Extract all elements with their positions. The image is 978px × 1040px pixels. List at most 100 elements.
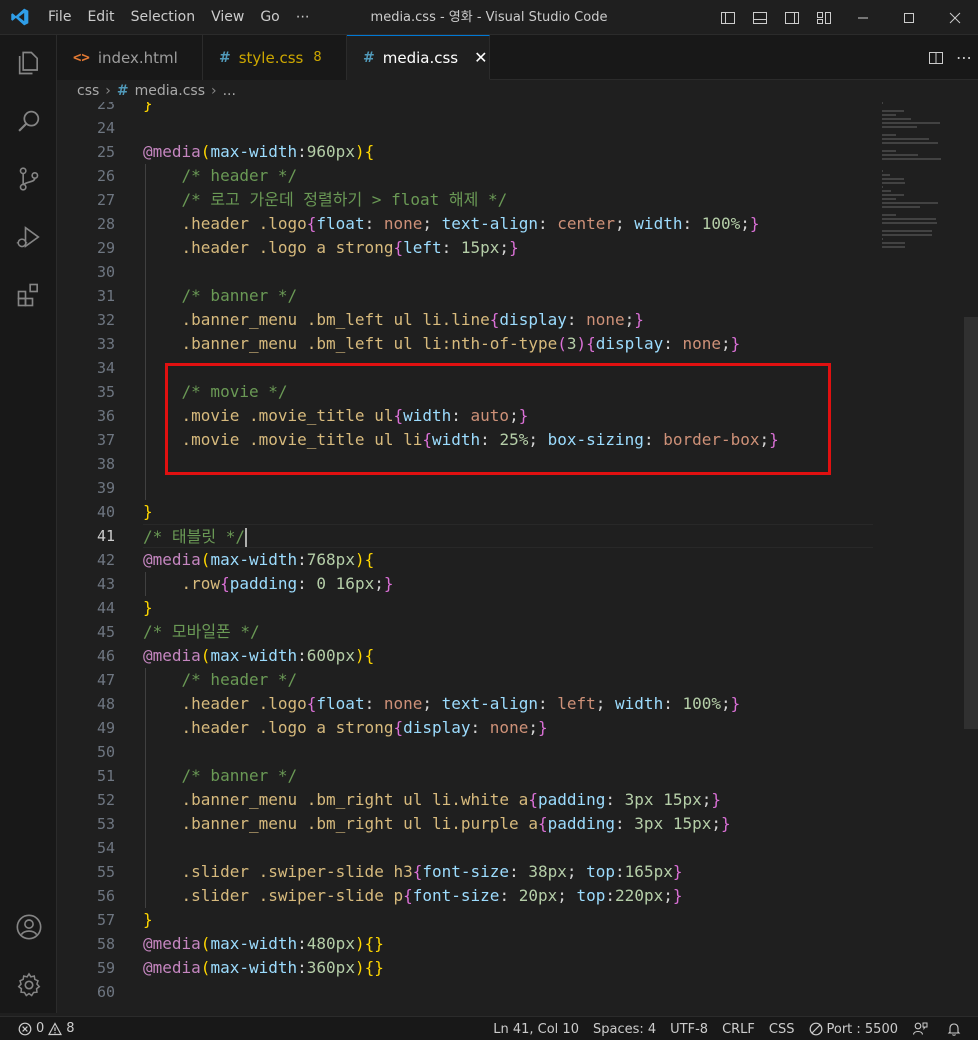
vertical-scrollbar[interactable] [964,102,978,1016]
indentation-status[interactable]: Spaces: 4 [586,1017,663,1040]
code-line[interactable] [143,740,873,764]
code-token: } [730,334,741,353]
tab-label: media.css [382,48,459,67]
more-actions-icon[interactable]: ⋯ [950,35,978,80]
code-line[interactable] [143,260,873,284]
toggle-primary-sidebar-icon[interactable] [712,0,744,35]
notifications-status[interactable] [939,1017,978,1040]
code-line[interactable]: .header .logo a strong{display: none;} [143,716,873,740]
account-icon[interactable] [0,903,57,951]
code-line[interactable]: /* 로고 가운데 정렬하기 > float 해제 */ [143,188,873,212]
code-line[interactable]: @media(max-width:960px){ [143,140,873,164]
settings-gear-icon[interactable] [0,961,57,1009]
tab-style-css[interactable]: # style.css 8 [203,35,347,80]
minimap-line [882,114,897,116]
encoding-status[interactable]: UTF-8 [663,1017,715,1040]
code-line[interactable]: @media(max-width:600px){ [143,644,873,668]
code-line[interactable]: } [143,596,873,620]
code-token: } [537,718,548,737]
code-token: : [663,334,683,353]
close-tab-icon[interactable]: ✕ [474,48,487,67]
toggle-panel-icon[interactable] [744,0,776,35]
code-line[interactable] [143,116,873,140]
menu-edit[interactable]: Edit [79,0,122,35]
code-line[interactable]: @media(max-width:480px){} [143,932,873,956]
tab-media-css[interactable]: # media.css ✕ [347,35,490,80]
code-line[interactable]: /* header */ [143,668,873,692]
eol-status[interactable]: CRLF [715,1017,762,1040]
code-token: : [297,934,307,953]
menu-more[interactable]: ⋯ [288,0,318,35]
tab-index-html[interactable]: <> index.html [57,35,203,80]
code-editor[interactable]: 23 24 25 26 27 28 29 30 31 32 33 34 35 36 37 38 39 40 41 42… [57,102,978,1016]
line-number: 50 [96,743,115,761]
customize-layout-icon[interactable] [808,0,840,35]
problems-status[interactable]: 0 8 [14,1017,82,1040]
code-token: 38px [528,862,567,881]
code-line[interactable] [143,836,873,860]
code-line[interactable]: @media(max-width:768px){ [143,548,873,572]
code-token: ( [557,334,567,353]
code-line[interactable]: /* header */ [143,164,873,188]
code-line[interactable]: .slider .swiper-slide p{font-size: 20px;… [143,884,873,908]
code-line[interactable]: .header .logo{float: none; text-align: c… [143,212,873,236]
code-line[interactable] [143,476,873,500]
explorer-icon[interactable] [0,39,57,87]
code-token: .banner_menu .bm_left ul li:nth-of-type [181,334,558,353]
maximize-icon[interactable] [886,0,932,35]
code-line[interactable]: @media(max-width:360px){} [143,956,873,980]
code-line[interactable]: .row{padding: 0 16px;} [143,572,873,596]
minimap[interactable] [882,102,962,248]
code-line[interactable] [143,980,873,1004]
code-area[interactable]: } @media(max-width:960px){ /* header */ … [143,102,873,1004]
code-line[interactable]: .banner_menu .bm_left ul li:nth-of-type(… [143,332,873,356]
minimize-icon[interactable] [840,0,886,35]
code-token: : [537,694,558,713]
code-token: ; [528,718,538,737]
code-line[interactable]: } [143,102,873,116]
toggle-secondary-sidebar-icon[interactable] [776,0,808,35]
code-token: padding [547,814,616,833]
breadcrumb-symbols[interactable]: ... [223,83,236,99]
code-line[interactable]: } [143,500,873,524]
menu-file[interactable]: File [40,0,79,35]
code-line[interactable]: .header .logo{float: none; text-align: l… [143,692,873,716]
code-token: : [470,718,490,737]
minimap-line [882,150,896,152]
run-debug-icon[interactable] [0,213,57,261]
code-line[interactable]: /* 모바일폰 */ [143,620,873,644]
vscode-logo-icon [0,0,40,35]
breadcrumb-folder[interactable]: css [77,83,99,99]
split-editor-icon[interactable] [922,35,950,80]
code-line[interactable]: /* 태블릿 */ [143,524,873,548]
menu-selection[interactable]: Selection [123,0,204,35]
code-line[interactable]: .header .logo a strong{left: 15px;} [143,236,873,260]
code-line[interactable]: .banner_menu .bm_left ul li.line{display… [143,308,873,332]
scroll-thumb[interactable] [964,317,978,729]
breadcrumb-file[interactable]: media.css [135,83,205,99]
extensions-icon[interactable] [0,271,57,319]
code-token: ( [200,958,211,977]
source-control-icon[interactable] [0,155,57,203]
cursor-position[interactable]: Ln 41, Col 10 [486,1017,586,1040]
line-number: 42 [96,551,115,569]
code-token: { [412,862,423,881]
port-block-icon [809,1022,822,1036]
menu-go[interactable]: Go [252,0,287,35]
close-window-icon[interactable] [932,0,978,35]
accounts-status[interactable] [905,1017,939,1040]
menu-view[interactable]: View [203,0,252,35]
code-line[interactable]: } [143,908,873,932]
line-number: 36 [96,407,115,425]
title-bar: File Edit Selection View Go ⋯ media.css … [0,0,978,35]
live-server-status[interactable]: Port : 5500 [802,1017,906,1040]
code-line[interactable]: .banner_menu .bm_right ul li.white a{pad… [143,788,873,812]
code-line[interactable]: /* banner */ [143,764,873,788]
code-token: text-align [441,694,538,713]
code-line[interactable]: /* banner */ [143,284,873,308]
search-icon[interactable] [0,97,57,145]
code-line[interactable]: .slider .swiper-slide h3{font-size: 38px… [143,860,873,884]
code-line[interactable]: .banner_menu .bm_right ul li.purple a{pa… [143,812,873,836]
language-mode[interactable]: CSS [762,1017,802,1040]
